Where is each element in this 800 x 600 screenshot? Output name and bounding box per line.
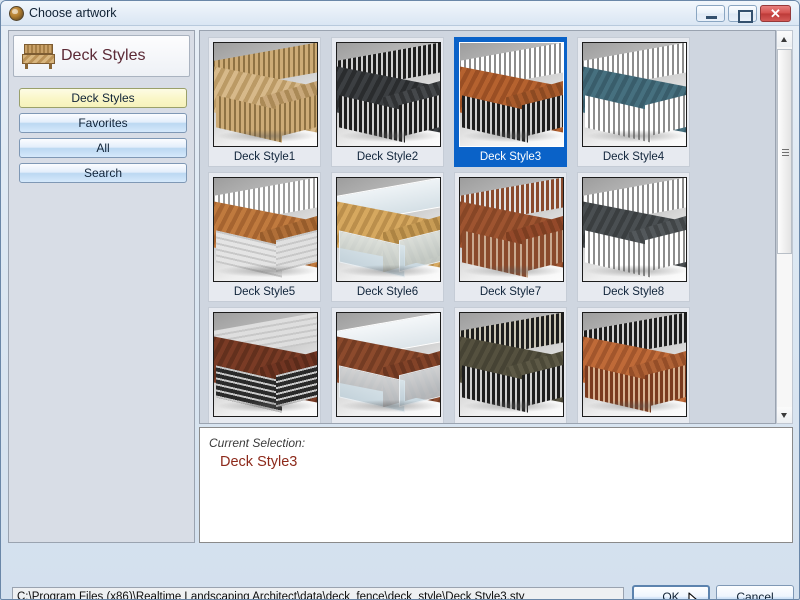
thumbnail-image [459,177,564,282]
mouse-cursor [688,592,702,599]
chevron-down-icon [781,413,787,418]
minimize-icon [697,6,724,21]
scrollbar-thumb[interactable] [777,49,792,254]
thumbnail-label: Deck Style3 [479,151,542,163]
gallery-item-7[interactable]: Deck Style7 [454,172,567,302]
current-selection-panel: Current Selection: Deck Style3 [199,427,793,543]
current-selection-label: Current Selection: [209,436,306,450]
cancel-button[interactable]: Cancel [716,585,794,599]
app-circle-icon [9,6,24,21]
gallery-item-4[interactable]: Deck Style4 [577,37,690,167]
thumbnail-image [336,312,441,417]
artwork-gallery: Deck Style1 Deck Style2 Deck Style3 Deck… [199,30,776,424]
file-path-field[interactable]: C:\Program Files (x86)\Realtime Landscap… [12,587,624,599]
gallery-item-5[interactable]: Deck Style5 [208,172,321,302]
scroll-up-button[interactable] [777,31,792,47]
gallery-item-3[interactable]: Deck Style3 [454,37,567,167]
scrollbar-track[interactable] [777,47,792,407]
thumbnail-label: Deck Style8 [602,286,665,298]
gallery-item-12[interactable] [577,307,690,423]
sidebar-item-favorites[interactable]: Favorites [19,113,187,133]
maximize-button[interactable] [728,5,757,23]
thumbnail-label: Deck Style1 [233,151,296,163]
thumbnail-image [336,42,441,147]
gallery-item-1[interactable]: Deck Style1 [208,37,321,167]
thumbnail-label: Deck Style6 [356,286,419,298]
dialog-client-area: Deck Styles Deck Styles Favorites All Se… [4,27,796,599]
current-selection-value: Deck Style3 [220,454,298,470]
thumbnail-image [582,312,687,417]
gallery-item-8[interactable]: Deck Style8 [577,172,690,302]
minimize-button[interactable] [696,5,725,22]
sidebar-item-search[interactable]: Search [19,163,187,183]
thumbnail-image [582,42,687,147]
thumbnail-image [459,312,564,417]
thumbnail-label: Deck Style5 [233,286,296,298]
thumbnail-image [213,312,318,417]
sidebar-title: Deck Styles [61,47,146,64]
thumbnail-label: Deck Style4 [602,151,665,163]
gallery-scrollbar[interactable] [776,30,793,424]
gallery-item-10[interactable] [331,307,444,423]
gallery-item-6[interactable]: Deck Style6 [331,172,444,302]
maximize-icon [729,6,756,23]
deck-icon [22,42,55,70]
window-title: Choose artwork [29,6,117,20]
gallery-item-11[interactable] [454,307,567,423]
close-button[interactable]: ✕ [760,5,791,22]
scroll-down-button[interactable] [777,407,792,423]
thumbnail-image [459,42,564,147]
dialog-window: Choose artwork ✕ Deck Styles Deck Styles… [0,0,800,600]
gallery-item-9[interactable] [208,307,321,423]
thumbnail-label: Deck Style7 [479,286,542,298]
close-icon: ✕ [770,6,781,21]
thumbnail-image [336,177,441,282]
grip-icon [782,147,789,156]
sidebar-item-all[interactable]: All [19,138,187,158]
sidebar-item-deck-styles[interactable]: Deck Styles [19,88,187,108]
thumbnail-label: Deck Style2 [356,151,419,163]
sidebar-header: Deck Styles [13,35,190,77]
sidebar: Deck Styles Deck Styles Favorites All Se… [8,30,195,543]
thumbnail-image [213,42,318,147]
thumbnail-image [213,177,318,282]
title-bar: Choose artwork ✕ [1,1,799,26]
chevron-up-icon [781,37,787,42]
thumbnail-image [582,177,687,282]
gallery-item-2[interactable]: Deck Style2 [331,37,444,167]
